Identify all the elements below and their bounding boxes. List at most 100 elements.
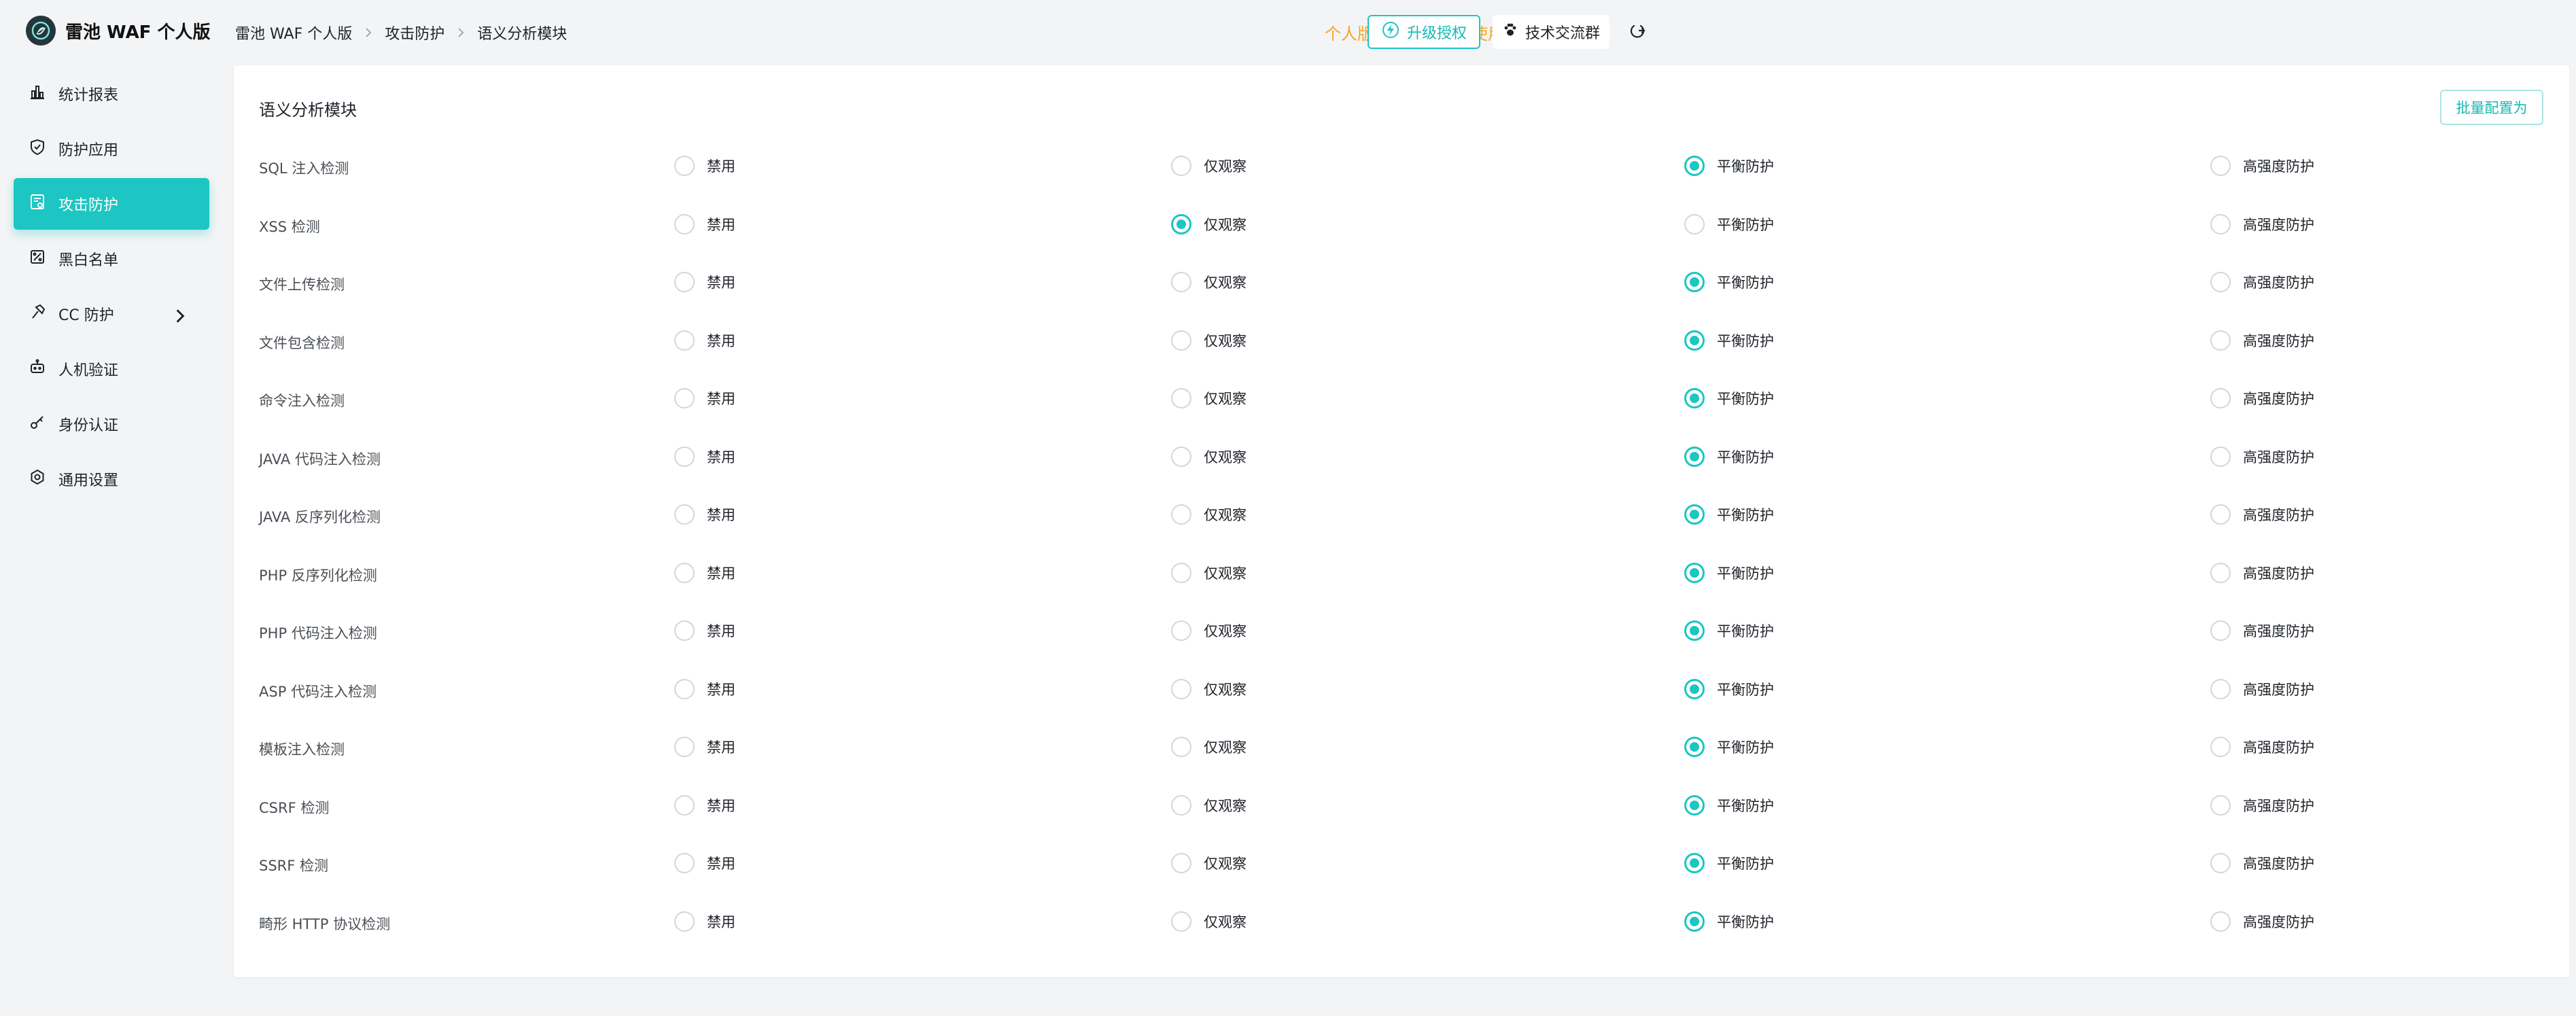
mode-option[interactable]: 仅观察	[1171, 272, 1247, 292]
mode-option[interactable]: 禁用	[674, 737, 735, 757]
mode-option[interactable]: 仅观察	[1171, 330, 1247, 351]
mode-option[interactable]: 平衡防护	[1684, 562, 1774, 583]
mode-option[interactable]: 仅观察	[1171, 737, 1247, 757]
radio-button[interactable]	[674, 156, 695, 176]
radio-button[interactable]	[2210, 330, 2231, 351]
mode-option[interactable]: 仅观察	[1171, 678, 1247, 699]
radio-button[interactable]	[1171, 911, 1191, 932]
radio-button[interactable]	[2210, 853, 2231, 873]
radio-button[interactable]	[674, 330, 695, 351]
radio-button[interactable]	[1684, 620, 1705, 641]
mode-option[interactable]: 仅观察	[1171, 504, 1247, 525]
radio-button[interactable]	[674, 388, 695, 408]
radio-button[interactable]	[1171, 446, 1191, 467]
radio-button[interactable]	[1684, 446, 1705, 467]
mode-option[interactable]: 高强度防护	[2210, 911, 2314, 932]
mode-option[interactable]: 平衡防护	[1684, 156, 1774, 176]
mode-option[interactable]: 仅观察	[1171, 156, 1247, 176]
mode-option[interactable]: 高强度防护	[2210, 446, 2314, 467]
mode-option[interactable]: 高强度防护	[2210, 388, 2314, 408]
mode-option[interactable]: 高强度防护	[2210, 678, 2314, 699]
radio-button[interactable]	[2210, 911, 2231, 932]
radio-button[interactable]	[1684, 562, 1705, 583]
mode-option[interactable]: 仅观察	[1171, 620, 1247, 641]
mode-option[interactable]: 平衡防护	[1684, 213, 1774, 234]
mode-option[interactable]: 平衡防护	[1684, 678, 1774, 699]
radio-button[interactable]	[674, 794, 695, 816]
radio-button[interactable]	[1684, 330, 1705, 351]
breadcrumb-item-attack[interactable]: 攻击防护	[385, 22, 445, 43]
mode-option[interactable]: 禁用	[674, 911, 735, 932]
radio-button[interactable]	[1171, 156, 1191, 176]
radio-button[interactable]	[2210, 678, 2231, 699]
mode-option[interactable]: 平衡防护	[1684, 330, 1774, 351]
mode-option[interactable]: 高强度防护	[2210, 272, 2314, 292]
radio-button[interactable]	[674, 678, 695, 699]
radio-button[interactable]	[1171, 737, 1191, 757]
radio-button[interactable]	[1171, 620, 1191, 641]
radio-button[interactable]	[1171, 330, 1191, 351]
batch-config-button[interactable]: 批量配置为	[2440, 90, 2543, 125]
radio-button[interactable]	[1171, 388, 1191, 408]
radio-button[interactable]	[1684, 911, 1705, 932]
radio-button[interactable]	[1171, 504, 1191, 525]
mode-option[interactable]: 平衡防护	[1684, 737, 1774, 757]
radio-button[interactable]	[1171, 853, 1191, 873]
radio-button[interactable]	[674, 213, 695, 234]
sidebar-item-cc-protection[interactable]: CC 防护	[14, 288, 209, 340]
radio-button[interactable]	[674, 562, 695, 583]
sidebar-item-attack-protection[interactable]: 攻击防护	[14, 178, 209, 230]
breadcrumb-item-home[interactable]: 雷池 WAF 个人版	[235, 22, 352, 43]
mode-option[interactable]: 平衡防护	[1684, 272, 1774, 292]
mode-option[interactable]: 平衡防护	[1684, 388, 1774, 408]
radio-button[interactable]	[2210, 272, 2231, 292]
mode-option[interactable]: 禁用	[674, 678, 735, 699]
mode-option[interactable]: 高强度防护	[2210, 620, 2314, 641]
sidebar-item-identity-auth[interactable]: 身份认证	[14, 398, 209, 450]
mode-option[interactable]: 高强度防护	[2210, 794, 2314, 816]
radio-button[interactable]	[674, 504, 695, 525]
mode-option[interactable]: 仅观察	[1171, 388, 1247, 408]
radio-button[interactable]	[674, 853, 695, 873]
mode-option[interactable]: 禁用	[674, 330, 735, 351]
radio-button[interactable]	[2210, 562, 2231, 583]
radio-button[interactable]	[2210, 794, 2231, 816]
mode-option[interactable]: 高强度防护	[2210, 853, 2314, 873]
mode-option[interactable]: 禁用	[674, 156, 735, 176]
mode-option[interactable]: 禁用	[674, 388, 735, 408]
mode-option[interactable]: 高强度防护	[2210, 156, 2314, 176]
radio-button[interactable]	[674, 911, 695, 932]
radio-button[interactable]	[2210, 504, 2231, 525]
mode-option[interactable]: 平衡防护	[1684, 620, 1774, 641]
radio-button[interactable]	[674, 446, 695, 467]
radio-button[interactable]	[1684, 388, 1705, 408]
radio-button[interactable]	[1684, 156, 1705, 176]
upgrade-button[interactable]: 升级授权	[1368, 15, 1480, 49]
mode-option[interactable]: 平衡防护	[1684, 794, 1774, 816]
mode-option[interactable]: 高强度防护	[2210, 330, 2314, 351]
mode-option[interactable]: 仅观察	[1171, 794, 1247, 816]
mode-option[interactable]: 仅观察	[1171, 911, 1247, 932]
radio-button[interactable]	[2210, 737, 2231, 757]
mode-option[interactable]: 禁用	[674, 213, 735, 234]
mode-option[interactable]: 禁用	[674, 504, 735, 525]
radio-button[interactable]	[1171, 272, 1191, 292]
radio-button[interactable]	[1171, 794, 1191, 816]
sidebar-item-allow-deny-list[interactable]: 黑白名单	[14, 233, 209, 285]
radio-button[interactable]	[674, 737, 695, 757]
radio-button[interactable]	[2210, 388, 2231, 408]
mode-option[interactable]: 平衡防护	[1684, 446, 1774, 467]
radio-button[interactable]	[1684, 853, 1705, 873]
sidebar-item-general-settings[interactable]: 通用设置	[14, 453, 209, 505]
radio-button[interactable]	[2210, 156, 2231, 176]
radio-button[interactable]	[674, 272, 695, 292]
app-logo[interactable]: 雷池 WAF 个人版	[26, 15, 211, 46]
mode-option[interactable]: 仅观察	[1171, 562, 1247, 583]
mode-option[interactable]: 禁用	[674, 272, 735, 292]
radio-button[interactable]	[2210, 446, 2231, 467]
mode-option[interactable]: 平衡防护	[1684, 504, 1774, 525]
mode-option[interactable]: 仅观察	[1171, 853, 1247, 873]
mode-option[interactable]: 仅观察	[1171, 213, 1247, 234]
tech-group-button[interactable]: 技术交流群	[1493, 15, 1609, 49]
mode-option[interactable]: 仅观察	[1171, 446, 1247, 467]
